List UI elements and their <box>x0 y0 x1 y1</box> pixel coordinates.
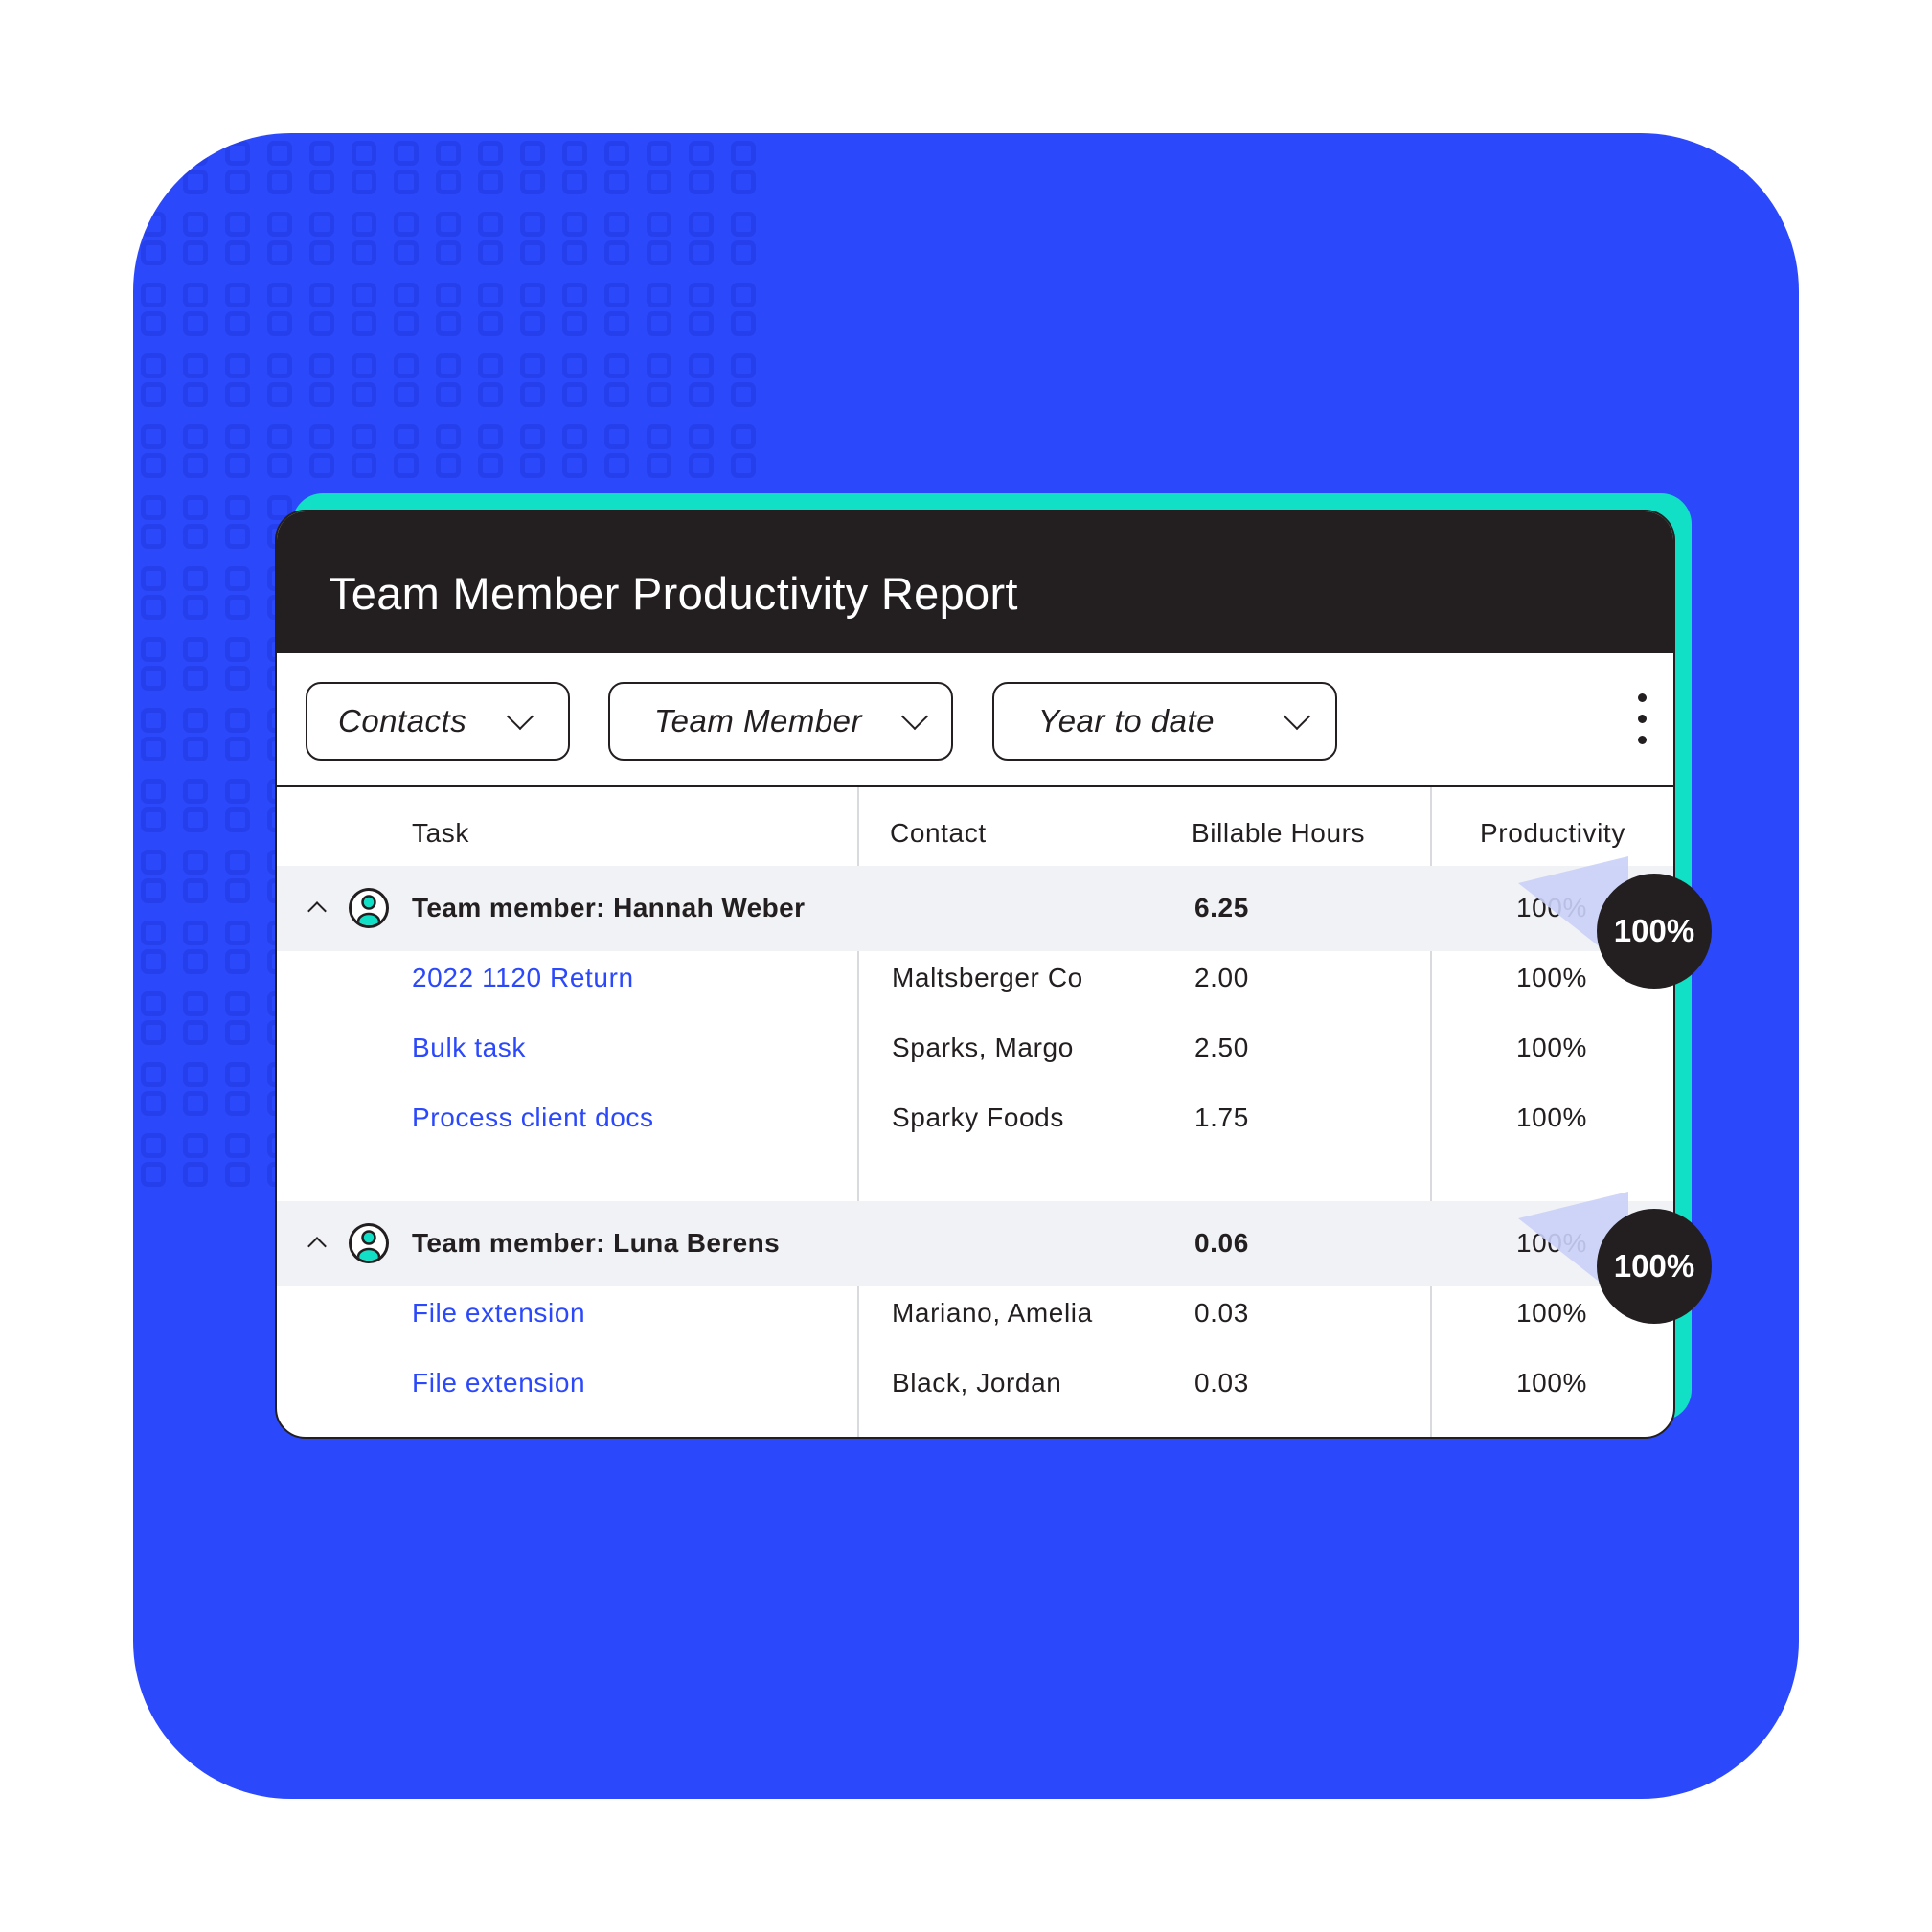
collapse-caret-icon[interactable] <box>307 901 327 921</box>
task-link[interactable]: 2022 1120 Return <box>412 963 634 993</box>
column-header-task[interactable]: Task <box>412 818 469 849</box>
user-avatar-icon <box>349 1223 389 1263</box>
column-header-billable-hours[interactable]: Billable Hours <box>1192 818 1365 849</box>
task-link[interactable]: Process client docs <box>412 1102 654 1133</box>
contact-cell: Sparky Foods <box>892 1102 1064 1132</box>
collapse-caret-icon[interactable] <box>307 1237 327 1256</box>
productivity-callout-badge: 100% <box>1597 874 1712 989</box>
billable-hours-cell: 2.00 <box>1194 963 1249 992</box>
productivity-cell: 100% <box>1516 1102 1588 1132</box>
contact-cell: Black, Jordan <box>892 1368 1062 1398</box>
report-title: Team Member Productivity Report <box>329 568 1018 619</box>
team-member-filter-dropdown[interactable]: Team Member <box>608 682 953 761</box>
filter-bar: Contacts Team Member Year to date <box>277 653 1673 787</box>
group-billable-hours: 0.06 <box>1194 1228 1249 1258</box>
column-header-productivity[interactable]: Productivity <box>1480 818 1625 849</box>
task-link[interactable]: File extension <box>412 1368 585 1398</box>
column-header-contact[interactable]: Contact <box>890 818 987 849</box>
group-label: Team member: Luna Berens <box>412 1228 781 1258</box>
contact-cell: Maltsberger Co <box>892 963 1083 992</box>
chevron-down-icon <box>1283 702 1311 731</box>
contacts-filter-dropdown[interactable]: Contacts <box>306 682 570 761</box>
group-row[interactable]: Team member: Luna Berens0.06100% <box>277 1201 1673 1286</box>
chevron-down-icon <box>506 702 534 731</box>
group-label: Team member: Hannah Weber <box>412 893 806 922</box>
date-range-filter-dropdown[interactable]: Year to date <box>992 682 1337 761</box>
team-member-filter-label: Team Member <box>654 703 863 739</box>
report-header: Team Member Productivity Report <box>277 511 1673 653</box>
task-link[interactable]: Bulk task <box>412 1033 526 1063</box>
productivity-callout-badge: 100% <box>1597 1209 1712 1324</box>
user-avatar-icon <box>349 888 389 928</box>
date-range-filter-label: Year to date <box>1038 703 1215 739</box>
group-row[interactable]: Team member: Hannah Weber6.25100% <box>277 866 1673 951</box>
billable-hours-cell: 0.03 <box>1194 1298 1249 1328</box>
contact-cell: Mariano, Amelia <box>892 1298 1093 1328</box>
group-billable-hours: 6.25 <box>1194 893 1249 922</box>
productivity-cell: 100% <box>1516 1033 1588 1062</box>
billable-hours-cell: 2.50 <box>1194 1033 1249 1062</box>
task-link[interactable]: File extension <box>412 1298 585 1329</box>
contact-cell: Sparks, Margo <box>892 1033 1074 1062</box>
report-card: Team Member Productivity Report Contacts… <box>275 510 1675 1439</box>
chevron-down-icon <box>900 702 929 731</box>
billable-hours-cell: 0.03 <box>1194 1368 1249 1398</box>
billable-hours-cell: 1.75 <box>1194 1102 1249 1132</box>
contacts-filter-label: Contacts <box>338 703 467 739</box>
kebab-icon[interactable] <box>1635 693 1648 745</box>
productivity-cell: 100% <box>1516 1368 1588 1398</box>
